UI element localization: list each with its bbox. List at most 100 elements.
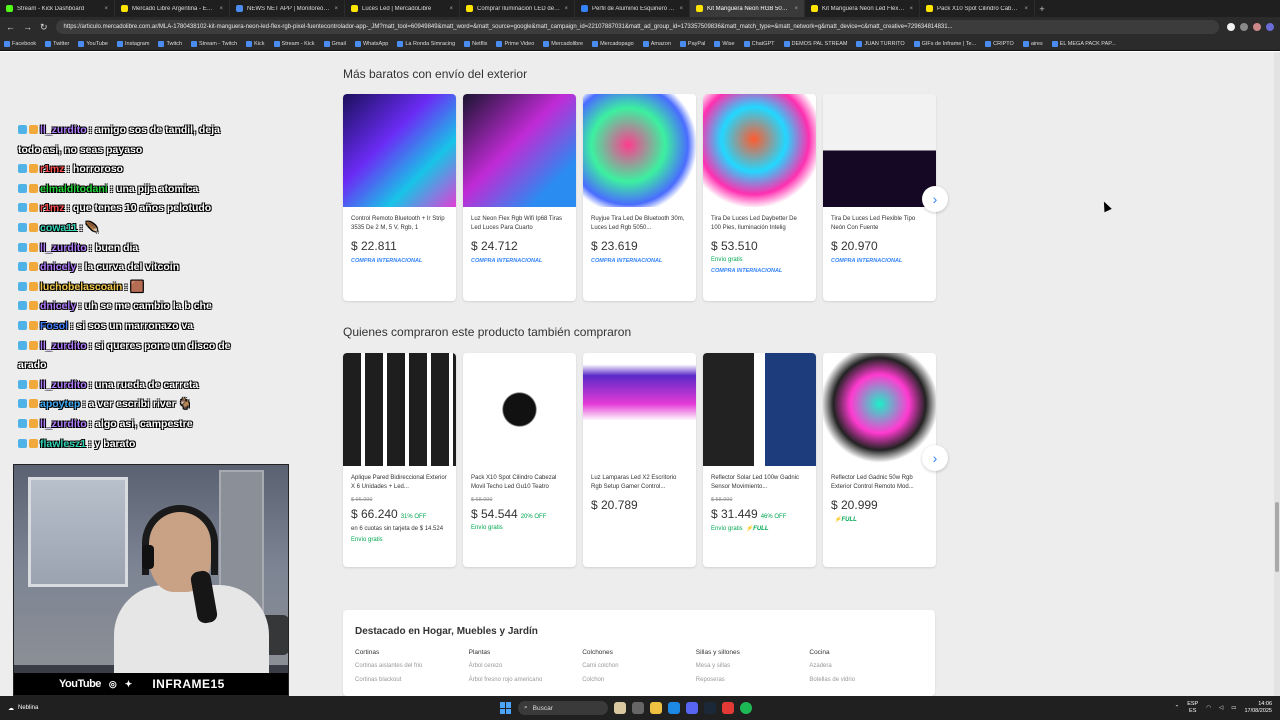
windows-start-icon[interactable] (500, 702, 512, 714)
star-icon[interactable] (1227, 23, 1235, 31)
product-image[interactable] (463, 353, 576, 466)
browser-tab[interactable]: Comprar Iluminación LED de Inte × (460, 0, 575, 17)
carousel-next-button[interactable]: › (922, 186, 948, 212)
file-explorer-icon[interactable] (650, 702, 662, 714)
product-card[interactable]: Luz Neon Flex Rgb Wifi Ip68 Tiras Led Lu… (463, 94, 576, 301)
product-image[interactable] (343, 353, 456, 466)
bookmark-item[interactable]: ChatGPT (743, 40, 775, 47)
chat-username[interactable]: ll_zurdito (40, 379, 87, 391)
browser-tab[interactable]: Mercado Libre Argentina - Envío × (115, 0, 230, 17)
language-indicator[interactable]: ESP ES (1187, 701, 1198, 715)
chat-username[interactable]: ll_zurdito (40, 340, 87, 352)
chat-username[interactable]: Fosol (40, 320, 68, 332)
close-icon[interactable]: × (104, 6, 108, 12)
bookmark-item[interactable]: YouTube (78, 40, 108, 47)
product-title[interactable]: Pack X10 Spot Cilindro Cabezal Movil Tec… (471, 474, 568, 494)
close-icon[interactable]: × (334, 6, 338, 12)
task-view-icon[interactable] (632, 702, 644, 714)
chat-username[interactable]: ll_zurdito (40, 124, 87, 136)
battery-icon[interactable]: ▭ (1231, 705, 1236, 711)
bookmark-item[interactable]: Mercadolibre (543, 40, 583, 47)
featured-item-link[interactable]: Cami colchon (582, 663, 696, 669)
featured-item-link[interactable]: Cortinas aislantes del frio (355, 663, 469, 669)
clock[interactable]: 14:06 17/08/2025 (1244, 701, 1272, 715)
close-icon[interactable]: × (564, 6, 568, 12)
bookmark-item[interactable]: Stream - Kick (273, 40, 315, 47)
chat-username[interactable]: cowa11 (40, 222, 77, 234)
close-icon[interactable]: × (449, 6, 453, 12)
product-image[interactable] (703, 353, 816, 466)
bookmark-item[interactable]: Instagram (116, 40, 149, 47)
featured-category-link[interactable]: Colchones (582, 649, 696, 656)
product-card[interactable]: Control Remoto Bluetooth + Ir Strip 3535… (343, 94, 456, 301)
browser-tab[interactable]: Luces Led | MercadoLibre × (345, 0, 460, 17)
bookmark-item[interactable]: CRIPTO (985, 40, 1014, 47)
featured-category-link[interactable]: Cocina (809, 649, 923, 656)
close-icon[interactable]: × (909, 6, 913, 12)
bookmark-item[interactable]: Mercadopago (592, 40, 634, 47)
product-card[interactable]: Ruyjue Tira Led De Bluetooth 30m, Luces … (583, 94, 696, 301)
chat-username[interactable]: dnicely (40, 261, 76, 273)
volume-icon[interactable]: ◁ (1219, 705, 1223, 711)
wifi-icon[interactable]: ◠ (1206, 705, 1211, 711)
product-title[interactable]: Luz Lamparas Led X2 Escritorio Rgb Setup… (591, 474, 688, 494)
product-title[interactable]: Aplique Pared Bidireccional Exterior X 6… (351, 474, 448, 494)
bookmark-item[interactable]: Prime Video (496, 40, 534, 47)
spotify-icon[interactable] (740, 702, 752, 714)
chat-username[interactable]: elmalditodani (40, 183, 108, 195)
scrollbar-thumb[interactable] (1275, 502, 1279, 572)
close-icon[interactable]: × (679, 6, 683, 12)
taskbar-search[interactable]: ⌕ Buscar (518, 701, 608, 715)
product-card[interactable]: Pack X10 Spot Cilindro Cabezal Movil Tec… (463, 353, 576, 567)
chat-username[interactable]: dnicely (40, 300, 76, 312)
profile-icon[interactable] (1253, 23, 1261, 31)
product-card[interactable]: Aplique Pared Bidireccional Exterior X 6… (343, 353, 456, 567)
featured-item-link[interactable]: Árbol cerezo (469, 663, 583, 669)
product-title[interactable]: Reflector Led Gadnic 50w Rgb Exterior Co… (831, 474, 928, 494)
discord-icon[interactable] (686, 702, 698, 714)
bookmark-item[interactable]: Twitter (45, 40, 69, 47)
bookmark-item[interactable]: aires (1022, 40, 1043, 47)
carousel-next-button[interactable]: › (922, 445, 948, 471)
product-title[interactable]: Control Remoto Bluetooth + Ir Strip 3535… (351, 215, 448, 235)
featured-item-link[interactable]: Botellas de vidrio (809, 677, 923, 683)
chat-username[interactable]: r1mz (40, 163, 65, 175)
product-title[interactable]: Tira De Luces Led Flexible Tipo Neón Con… (831, 215, 928, 235)
bookmark-item[interactable]: Stream - Twitch (191, 40, 237, 47)
bookmark-item[interactable]: Kick (246, 40, 265, 47)
product-card[interactable]: Reflector Led Gadnic 50w Rgb Exterior Co… (823, 353, 936, 567)
product-card[interactable]: Tira De Luces Led Daybetter De 100 Pies,… (703, 94, 816, 301)
bookmark-item[interactable]: Twitch (158, 40, 182, 47)
chat-username[interactable]: r1mz (40, 202, 65, 214)
product-image[interactable] (823, 94, 936, 207)
close-icon[interactable]: × (1024, 6, 1028, 12)
bookmark-item[interactable]: WhatsApp (354, 40, 388, 47)
browser-tab[interactable]: Perfil de Aluminio Esquinero De A × (575, 0, 690, 17)
reload-icon[interactable]: ↻ (40, 22, 48, 33)
featured-category-link[interactable]: Sillas y sillones (696, 649, 810, 656)
bookmark-item[interactable]: Netflix (464, 40, 487, 47)
featured-item-link[interactable]: Azadera (809, 663, 923, 669)
back-icon[interactable]: ← (6, 22, 15, 32)
bookmark-item[interactable]: Facebook (4, 40, 36, 47)
bookmark-item[interactable]: JUAN TURRITO (856, 40, 905, 47)
product-card[interactable]: Tira De Luces Led Flexible Tipo Neón Con… (823, 94, 936, 301)
featured-item-link[interactable]: Cortinas blackout (355, 677, 469, 683)
bookmark-item[interactable]: EL MEGA PACK PAP... (1051, 40, 1116, 47)
bookmark-item[interactable]: Amazon (642, 40, 671, 47)
featured-item-link[interactable]: Árbol fresno rojo americano (469, 677, 583, 683)
product-title[interactable]: Tira De Luces Led Daybetter De 100 Pies,… (711, 215, 808, 235)
widget-icon[interactable] (614, 702, 626, 714)
bookmark-item[interactable]: Wise (714, 40, 735, 47)
bookmark-item[interactable]: DEMOS PAL STREAM (783, 40, 847, 47)
product-image[interactable] (583, 94, 696, 207)
product-title[interactable]: Ruyjue Tira Led De Bluetooth 30m, Luces … (591, 215, 688, 235)
product-image[interactable] (343, 94, 456, 207)
chat-username[interactable]: flawlesz1 (40, 438, 86, 450)
close-icon[interactable]: × (219, 6, 223, 12)
chat-username[interactable]: luchobelascoain (40, 281, 122, 293)
featured-category-link[interactable]: Plantas (469, 649, 583, 656)
url-input[interactable]: https://articulo.mercadolibre.com.ar/MLA… (55, 20, 1219, 34)
bookmark-item[interactable]: GIFs de Inframe | Te... (913, 40, 976, 47)
product-title[interactable]: Reflector Solar Led 100w Gadnic Sensor M… (711, 474, 808, 494)
